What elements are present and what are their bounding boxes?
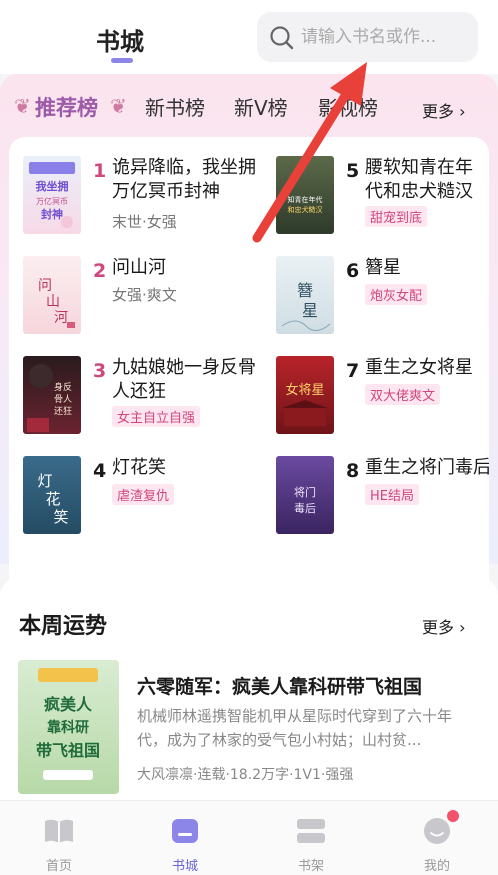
book-cover-8: 将门 毒后	[276, 456, 334, 534]
svg-text:毒后: 毒后	[294, 502, 316, 515]
tab-recommend[interactable]: 推荐榜	[35, 92, 98, 122]
laurel-right-icon: ❦	[110, 94, 127, 118]
section-title: 本周运势	[19, 614, 108, 639]
rank-number: 1	[93, 160, 107, 182]
tab-new-v[interactable]: 新V榜	[234, 92, 288, 121]
bottom-nav: 首页 书城 书架 我的	[0, 800, 498, 875]
weekly-more-link[interactable]: 更多 ›	[422, 614, 466, 638]
book-title: 灯花笑	[112, 457, 166, 478]
nav-label: 书城	[171, 859, 198, 874]
book-tag: HE结局	[365, 484, 419, 505]
rank-number: 6	[346, 260, 360, 282]
book-cover-4: 灯 花 笑	[23, 456, 81, 534]
week-book-description: 机械师林遥携智能机甲从星际时代穿到了六十年代，成为了林家的受气包小村姑；山村贫.…	[137, 707, 453, 749]
book-tag: 虐渣复仇	[112, 484, 175, 505]
book-title: 诡异降临，我坐拥万亿冥币封神	[112, 157, 256, 202]
svg-text:靠科研: 靠科研	[47, 719, 89, 736]
week-book-title[interactable]: 六零随军：疯美人靠科研带飞祖国	[137, 672, 422, 699]
notification-dot	[447, 810, 459, 822]
nav-label: 首页	[45, 859, 72, 874]
title-underline	[111, 58, 133, 63]
svg-text:带飞祖国: 带飞祖国	[36, 741, 100, 760]
svg-text:还狂: 还狂	[54, 405, 72, 417]
search-icon	[270, 26, 294, 50]
week-book-meta: 大风凛凛·连载·18.2万字·1V1·强强	[137, 767, 354, 783]
tab-new-books[interactable]: 新书榜	[145, 92, 205, 121]
book-tag: 末世·女强	[112, 213, 177, 231]
rank-number: 2	[93, 260, 107, 282]
svg-text:万亿冥币: 万亿冥币	[36, 196, 68, 206]
svg-text:簪: 簪	[297, 281, 313, 300]
rank-number: 7	[346, 360, 360, 382]
book-cover-6: 簪 星	[276, 256, 334, 334]
book-item-1[interactable]: 我坐拥 万亿冥币 封神 1 诡异降临，我坐拥万亿冥币封神 末世·女强	[23, 156, 256, 236]
book-cover-5: 知青在年代 和忠犬糙汉	[276, 156, 334, 234]
ranking-more-link[interactable]: 更多 ›	[422, 98, 466, 122]
book-cover-7: 女将星	[276, 356, 334, 434]
book-tag: 甜宠到底	[365, 206, 428, 227]
book-item-3[interactable]: 身反 骨人 还狂 3 九姑娘她一身反骨人还狂 女主自立自强	[23, 356, 256, 436]
weekly-fortune-section: 本周运势 更多 › 疯美人 靠科研 带飞祖国 六零随军：疯美人靠科研带飞祖国 机…	[0, 578, 498, 808]
book-tag: 女强·爽文	[112, 286, 177, 304]
nav-bookshelf[interactable]: 书架	[271, 815, 351, 875]
book-item-8[interactable]: 将门 毒后 8 重生之将门毒后 HE结局	[276, 456, 498, 536]
book-tag: 炮灰女配	[365, 284, 428, 305]
bookshelf-icon	[297, 819, 325, 843]
nav-home[interactable]: 首页	[19, 815, 99, 875]
svg-text:女将星: 女将星	[285, 382, 324, 398]
svg-text:星: 星	[302, 301, 318, 320]
nav-label: 书架	[297, 859, 324, 874]
rank-number: 4	[93, 460, 107, 482]
book-item-6[interactable]: 簪 星 6 簪星 炮灰女配	[276, 256, 498, 336]
book-open-icon	[45, 819, 73, 843]
book-title: 腰软知青在年代和忠犬糙汉财	[365, 157, 473, 202]
book-item-4[interactable]: 灯 花 笑 4 灯花笑 虐渣复仇	[23, 456, 253, 536]
search-input[interactable]	[301, 25, 469, 49]
book-title: 簪星	[365, 257, 401, 278]
svg-text:将门: 将门	[294, 485, 316, 499]
top-bar: 书城	[0, 0, 498, 74]
search-box[interactable]	[257, 12, 478, 62]
svg-text:身反: 身反	[54, 381, 72, 393]
svg-text:笑: 笑	[53, 508, 68, 526]
book-item-5[interactable]: 知青在年代 和忠犬糙汉 5 腰软知青在年代和忠犬糙汉财 甜宠到底	[276, 156, 498, 236]
tab-film[interactable]: 影视榜	[318, 92, 378, 121]
nav-label: 我的	[423, 859, 450, 874]
book-cover-3: 身反 骨人 还狂	[23, 356, 81, 434]
book-item-2[interactable]: 问 山 河 2 问山河 女强·爽文	[23, 256, 253, 336]
svg-text:问: 问	[38, 278, 52, 294]
ranking-list: 我坐拥 万亿冥币 封神 1 诡异降临，我坐拥万亿冥币封神 末世·女强 问 山 河	[9, 137, 489, 627]
rank-number: 8	[346, 460, 360, 482]
book-title: 重生之将门毒后	[365, 457, 489, 478]
book-tag: 双大佬爽文	[365, 384, 441, 405]
book-item-7[interactable]: 女将星 7 重生之女将星 双大佬爽文	[276, 356, 498, 436]
page-title: 书城	[96, 28, 144, 56]
book-cover-2: 问 山 河	[23, 256, 81, 334]
rank-number: 3	[93, 360, 107, 382]
svg-text:疯美人: 疯美人	[44, 695, 93, 714]
svg-text:知青在年代: 知青在年代	[288, 195, 323, 204]
book-title: 问山河	[112, 257, 166, 278]
week-book-cover[interactable]: 疯美人 靠科研 带飞祖国	[18, 660, 119, 794]
book-cover-1: 我坐拥 万亿冥币 封神	[23, 156, 81, 234]
ranking-tabs: ❦ 推荐榜 ❦ 新书榜 新V榜 影视榜 更多 ›	[0, 74, 498, 136]
bookstore-icon	[172, 819, 198, 843]
svg-text:我坐拥: 我坐拥	[36, 179, 69, 193]
svg-text:河: 河	[54, 310, 68, 326]
svg-text:花: 花	[45, 490, 60, 508]
book-tag: 女主自立自强	[112, 406, 201, 427]
svg-text:山: 山	[46, 294, 60, 310]
nav-bookstore[interactable]: 书城	[145, 815, 225, 875]
svg-text:骨人: 骨人	[54, 394, 72, 405]
book-title: 九姑娘她一身反骨人还狂	[112, 357, 256, 402]
svg-text:灯: 灯	[37, 472, 52, 490]
book-title: 重生之女将星	[365, 357, 473, 378]
rank-number: 5	[346, 160, 360, 182]
laurel-left-icon: ❦	[14, 94, 31, 118]
svg-text:封神: 封神	[41, 207, 63, 221]
nav-profile[interactable]: 我的	[397, 815, 477, 875]
ranking-panel: ❦ 推荐榜 ❦ 新书榜 新V榜 影视榜 更多 › 我坐拥 万亿冥币 封神 1 诡…	[0, 74, 498, 627]
svg-text:和忠犬糙汉: 和忠犬糙汉	[288, 205, 323, 214]
